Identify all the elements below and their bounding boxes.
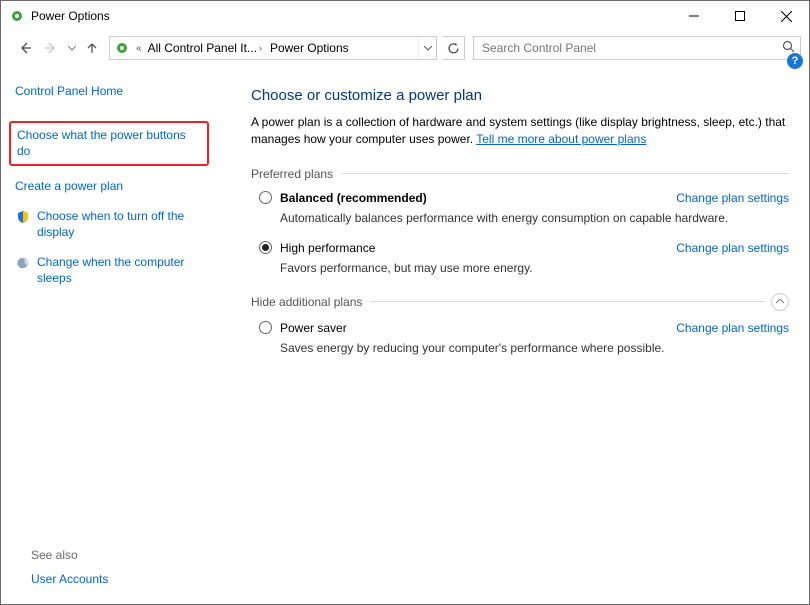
preferred-plans-section: Preferred plans Balanced (recommended) C… bbox=[251, 167, 789, 275]
sidebar: Control Panel Home Choose what the power… bbox=[1, 65, 221, 604]
recent-dropdown[interactable] bbox=[67, 46, 77, 51]
help-icon[interactable]: ? bbox=[787, 53, 803, 69]
shield-icon bbox=[15, 209, 31, 225]
see-also-label: See also bbox=[31, 548, 78, 562]
turn-off-display-link[interactable]: Choose when to turn off the display bbox=[37, 208, 207, 240]
plan-power-saver: Power saver Change plan settings Saves e… bbox=[259, 321, 789, 355]
plan-name[interactable]: High performance bbox=[280, 241, 375, 255]
chevron-right-icon: › bbox=[259, 43, 262, 53]
plan-name[interactable]: Balanced (recommended) bbox=[280, 191, 427, 205]
breadcrumb-sep-icon: « bbox=[136, 43, 142, 54]
search-input[interactable] bbox=[474, 37, 800, 59]
user-accounts-link[interactable]: User Accounts bbox=[31, 572, 108, 586]
control-panel-home-link[interactable]: Control Panel Home bbox=[15, 83, 207, 99]
change-plan-settings-link[interactable]: Change plan settings bbox=[676, 241, 789, 255]
computer-sleeps-link[interactable]: Change when the computer sleeps bbox=[37, 254, 207, 286]
additional-plans-section: Hide additional plans Power saver Change… bbox=[251, 293, 789, 355]
change-plan-settings-link[interactable]: Change plan settings bbox=[676, 321, 789, 335]
section-label: Preferred plans bbox=[251, 167, 333, 181]
plan-name[interactable]: Power saver bbox=[280, 321, 347, 335]
choose-power-buttons-link[interactable]: Choose what the power buttons do bbox=[9, 121, 209, 165]
maximize-button[interactable] bbox=[717, 1, 763, 31]
plan-desc: Saves energy by reducing your computer's… bbox=[280, 341, 789, 355]
up-button[interactable] bbox=[83, 39, 101, 57]
forward-button[interactable] bbox=[41, 38, 61, 58]
power-options-icon bbox=[9, 8, 25, 24]
plan-desc: Favors performance, but may use more ene… bbox=[280, 261, 789, 275]
breadcrumb-segment[interactable]: All Control Panel It... › bbox=[144, 37, 266, 59]
titlebar: Power Options bbox=[1, 1, 809, 31]
address-bar[interactable]: « All Control Panel It... › Power Option… bbox=[109, 36, 437, 60]
change-plan-settings-link[interactable]: Change plan settings bbox=[676, 191, 789, 205]
section-label: Hide additional plans bbox=[251, 295, 362, 309]
plan-balanced: Balanced (recommended) Change plan setti… bbox=[259, 191, 789, 225]
moon-icon bbox=[15, 255, 31, 271]
back-button[interactable] bbox=[15, 38, 35, 58]
breadcrumb-seg-label: Power Options bbox=[270, 41, 349, 55]
collapse-icon[interactable] bbox=[771, 293, 789, 311]
breadcrumb-seg-label: All Control Panel It... bbox=[148, 41, 257, 55]
search-box[interactable] bbox=[473, 36, 801, 60]
navbar: « All Control Panel It... › Power Option… bbox=[1, 31, 809, 65]
radio-power-saver[interactable] bbox=[259, 321, 272, 334]
radio-high-performance[interactable] bbox=[259, 241, 272, 254]
plan-high-performance: High performance Change plan settings Fa… bbox=[259, 241, 789, 275]
close-button[interactable] bbox=[763, 1, 809, 31]
radio-balanced[interactable] bbox=[259, 191, 272, 204]
breadcrumb-segment[interactable]: Power Options bbox=[266, 37, 353, 59]
page-description: A power plan is a collection of hardware… bbox=[251, 114, 789, 149]
create-power-plan-link[interactable]: Create a power plan bbox=[15, 178, 207, 194]
power-options-icon bbox=[112, 38, 132, 58]
window-title: Power Options bbox=[31, 9, 110, 23]
minimize-button[interactable] bbox=[671, 1, 717, 31]
refresh-button[interactable] bbox=[443, 36, 465, 60]
main-content: ? Choose or customize a power plan A pow… bbox=[221, 65, 809, 604]
address-dropdown[interactable] bbox=[418, 37, 436, 59]
tell-me-more-link[interactable]: Tell me more about power plans bbox=[476, 132, 646, 146]
plan-desc: Automatically balances performance with … bbox=[280, 211, 789, 225]
page-title: Choose or customize a power plan bbox=[251, 87, 789, 104]
